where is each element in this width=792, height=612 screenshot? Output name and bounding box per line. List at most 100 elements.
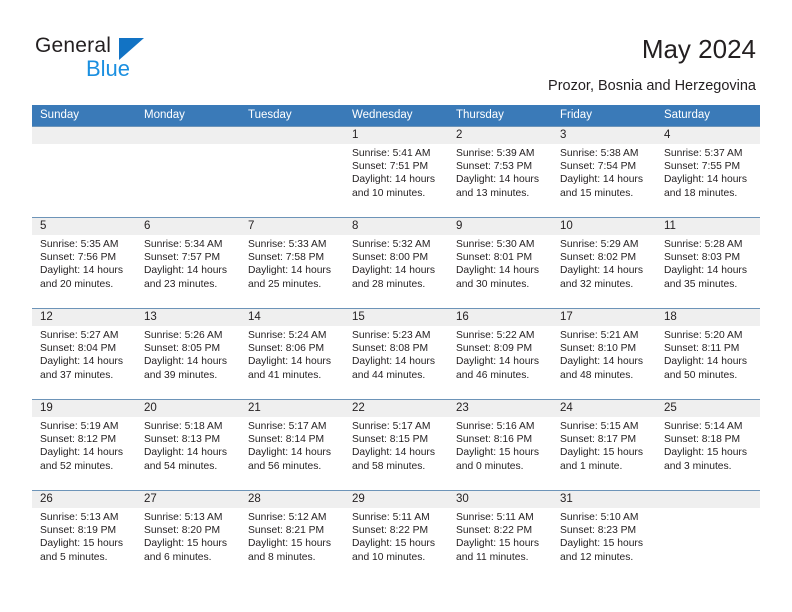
day-cell[interactable]	[32, 127, 136, 217]
day-cell[interactable]: 7 Sunrise: 5:33 AM Sunset: 7:58 PM Dayli…	[240, 218, 344, 308]
day-details: Sunrise: 5:29 AM Sunset: 8:02 PM Dayligh…	[560, 238, 652, 291]
day-cell[interactable]: 9 Sunrise: 5:30 AM Sunset: 8:01 PM Dayli…	[448, 218, 552, 308]
sunset-text: Sunset: 8:16 PM	[456, 434, 533, 446]
day-cell[interactable]: 27 Sunrise: 5:13 AM Sunset: 8:20 PM Dayl…	[136, 491, 240, 581]
day-details: Sunrise: 5:38 AM Sunset: 7:54 PM Dayligh…	[560, 147, 652, 200]
sunrise-text: Sunrise: 5:27 AM	[40, 330, 119, 341]
calendar-page: General Blue May 2024 Prozor, Bosnia and…	[0, 0, 792, 612]
daylight-text-line1: Daylight: 14 hours	[144, 356, 227, 368]
day-cell[interactable]: 8 Sunrise: 5:32 AM Sunset: 8:00 PM Dayli…	[344, 218, 448, 308]
day-cell[interactable]: 11 Sunrise: 5:28 AM Sunset: 8:03 PM Dayl…	[656, 218, 760, 308]
day-cell[interactable]: 6 Sunrise: 5:34 AM Sunset: 7:57 PM Dayli…	[136, 218, 240, 308]
daylight-text-line1: Daylight: 14 hours	[40, 356, 123, 368]
daylight-text-line1: Daylight: 14 hours	[352, 174, 435, 186]
day-cell[interactable]: 10 Sunrise: 5:29 AM Sunset: 8:02 PM Dayl…	[552, 218, 656, 308]
day-details: Sunrise: 5:10 AM Sunset: 8:23 PM Dayligh…	[560, 511, 652, 564]
day-number	[248, 127, 340, 144]
sunrise-text: Sunrise: 5:19 AM	[40, 421, 119, 432]
day-cell[interactable]: 2 Sunrise: 5:39 AM Sunset: 7:53 PM Dayli…	[448, 127, 552, 217]
weekday-header-saturday: Saturday	[664, 109, 711, 121]
daylight-text-line2: and 35 minutes.	[664, 278, 738, 290]
page-subtitle: Prozor, Bosnia and Herzegovina	[548, 78, 756, 94]
sunrise-text: Sunrise: 5:15 AM	[560, 421, 639, 432]
daylight-text-line1: Daylight: 14 hours	[456, 265, 539, 277]
day-cell[interactable]: 31 Sunrise: 5:10 AM Sunset: 8:23 PM Dayl…	[552, 491, 656, 581]
day-cell[interactable]	[240, 127, 344, 217]
day-number: 25	[664, 402, 677, 414]
daylight-text-line2: and 12 minutes.	[560, 551, 634, 563]
day-cell[interactable]: 15 Sunrise: 5:23 AM Sunset: 8:08 PM Dayl…	[344, 309, 448, 399]
sunset-text: Sunset: 8:09 PM	[456, 343, 533, 355]
day-cell[interactable]: 24 Sunrise: 5:15 AM Sunset: 8:17 PM Dayl…	[552, 400, 656, 490]
weekday-header-monday: Monday	[144, 109, 185, 121]
sunset-text: Sunset: 8:20 PM	[144, 525, 221, 537]
day-cell[interactable]: 29 Sunrise: 5:11 AM Sunset: 8:22 PM Dayl…	[344, 491, 448, 581]
daylight-text-line2: and 56 minutes.	[248, 460, 322, 472]
day-cell[interactable]: 12 Sunrise: 5:27 AM Sunset: 8:04 PM Dayl…	[32, 309, 136, 399]
daylight-text-line1: Daylight: 15 hours	[248, 538, 331, 550]
sunset-text: Sunset: 8:11 PM	[664, 343, 740, 355]
day-cell[interactable]: 17 Sunrise: 5:21 AM Sunset: 8:10 PM Dayl…	[552, 309, 656, 399]
day-cell[interactable]	[656, 491, 760, 581]
sunset-text: Sunset: 8:21 PM	[248, 525, 325, 537]
day-cell[interactable]: 14 Sunrise: 5:24 AM Sunset: 8:06 PM Dayl…	[240, 309, 344, 399]
sunrise-text: Sunrise: 5:30 AM	[456, 239, 535, 250]
daylight-text-line1: Daylight: 14 hours	[664, 265, 747, 277]
daylight-text-line1: Daylight: 14 hours	[456, 174, 539, 186]
sunset-text: Sunset: 8:19 PM	[40, 525, 117, 537]
sunrise-text: Sunrise: 5:11 AM	[352, 512, 430, 523]
daylight-text-line2: and 44 minutes.	[352, 369, 426, 381]
sunset-text: Sunset: 8:15 PM	[352, 434, 429, 446]
day-cell[interactable]: 28 Sunrise: 5:12 AM Sunset: 8:21 PM Dayl…	[240, 491, 344, 581]
day-cell[interactable]: 3 Sunrise: 5:38 AM Sunset: 7:54 PM Dayli…	[552, 127, 656, 217]
day-cell[interactable]: 16 Sunrise: 5:22 AM Sunset: 8:09 PM Dayl…	[448, 309, 552, 399]
day-cell[interactable]: 1 Sunrise: 5:41 AM Sunset: 7:51 PM Dayli…	[344, 127, 448, 217]
day-number: 7	[248, 220, 255, 232]
day-number: 22	[352, 402, 365, 414]
daylight-text-line1: Daylight: 15 hours	[456, 447, 539, 459]
day-cell[interactable]: 5 Sunrise: 5:35 AM Sunset: 7:56 PM Dayli…	[32, 218, 136, 308]
daylight-text-line2: and 18 minutes.	[664, 187, 738, 199]
sunset-text: Sunset: 8:05 PM	[144, 343, 221, 355]
sunrise-text: Sunrise: 5:26 AM	[144, 330, 223, 341]
day-number: 12	[40, 311, 53, 323]
day-cell[interactable]: 25 Sunrise: 5:14 AM Sunset: 8:18 PM Dayl…	[656, 400, 760, 490]
daylight-text-line2: and 30 minutes.	[456, 278, 530, 290]
day-number: 10	[560, 220, 573, 232]
day-details: Sunrise: 5:22 AM Sunset: 8:09 PM Dayligh…	[456, 329, 548, 382]
day-cell[interactable]: 30 Sunrise: 5:11 AM Sunset: 8:22 PM Dayl…	[448, 491, 552, 581]
daylight-text-line2: and 15 minutes.	[560, 187, 634, 199]
daylight-text-line2: and 41 minutes.	[248, 369, 322, 381]
sunrise-text: Sunrise: 5:21 AM	[560, 330, 639, 341]
daylight-text-line2: and 50 minutes.	[664, 369, 738, 381]
day-cell[interactable]: 20 Sunrise: 5:18 AM Sunset: 8:13 PM Dayl…	[136, 400, 240, 490]
daylight-text-line2: and 6 minutes.	[144, 551, 212, 563]
daylight-text-line2: and 39 minutes.	[144, 369, 218, 381]
daylight-text-line1: Daylight: 14 hours	[144, 265, 227, 277]
sunset-text: Sunset: 8:22 PM	[456, 525, 533, 537]
day-cell[interactable]: 22 Sunrise: 5:17 AM Sunset: 8:15 PM Dayl…	[344, 400, 448, 490]
day-cell[interactable]: 19 Sunrise: 5:19 AM Sunset: 8:12 PM Dayl…	[32, 400, 136, 490]
day-cell[interactable]: 4 Sunrise: 5:37 AM Sunset: 7:55 PM Dayli…	[656, 127, 760, 217]
day-details: Sunrise: 5:37 AM Sunset: 7:55 PM Dayligh…	[664, 147, 756, 200]
day-number: 9	[456, 220, 463, 232]
day-number	[40, 127, 132, 144]
day-details: Sunrise: 5:13 AM Sunset: 8:20 PM Dayligh…	[144, 511, 236, 564]
calendar-week-row: 5 Sunrise: 5:35 AM Sunset: 7:56 PM Dayli…	[32, 217, 760, 308]
day-cell[interactable]	[136, 127, 240, 217]
day-cell[interactable]: 18 Sunrise: 5:20 AM Sunset: 8:11 PM Dayl…	[656, 309, 760, 399]
sunset-text: Sunset: 7:58 PM	[248, 252, 325, 264]
day-cell[interactable]: 26 Sunrise: 5:13 AM Sunset: 8:19 PM Dayl…	[32, 491, 136, 581]
day-cell[interactable]: 21 Sunrise: 5:17 AM Sunset: 8:14 PM Dayl…	[240, 400, 344, 490]
day-details: Sunrise: 5:13 AM Sunset: 8:19 PM Dayligh…	[40, 511, 132, 564]
sunrise-text: Sunrise: 5:29 AM	[560, 239, 639, 250]
weekday-header-row: Sunday Monday Tuesday Wednesday Thursday…	[32, 105, 760, 126]
day-cell[interactable]: 23 Sunrise: 5:16 AM Sunset: 8:16 PM Dayl…	[448, 400, 552, 490]
sunrise-text: Sunrise: 5:33 AM	[248, 239, 327, 250]
sunrise-text: Sunrise: 5:28 AM	[664, 239, 743, 250]
sunrise-text: Sunrise: 5:11 AM	[456, 512, 534, 523]
day-cell[interactable]: 13 Sunrise: 5:26 AM Sunset: 8:05 PM Dayl…	[136, 309, 240, 399]
sunset-text: Sunset: 7:51 PM	[352, 161, 429, 173]
day-number	[144, 127, 236, 144]
calendar-week-row: 26 Sunrise: 5:13 AM Sunset: 8:19 PM Dayl…	[32, 490, 760, 581]
